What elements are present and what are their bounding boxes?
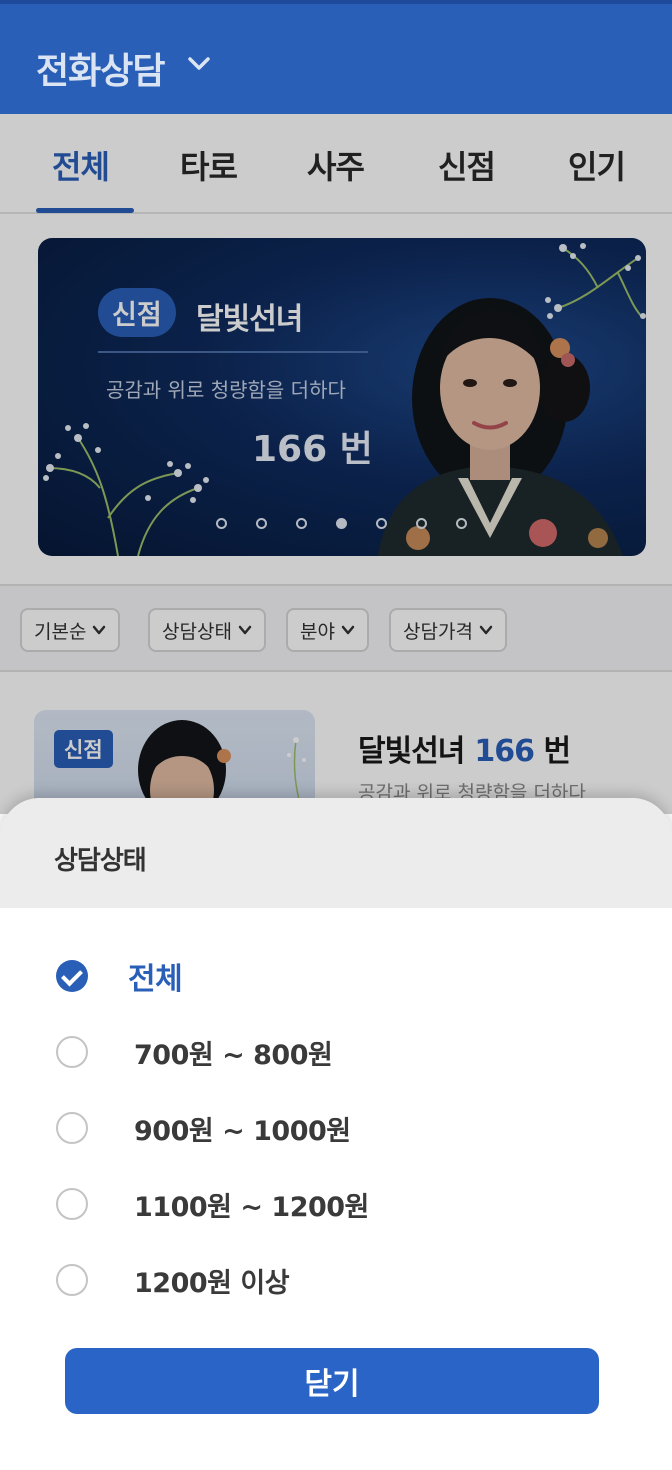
- option-all[interactable]: 전체: [56, 956, 183, 997]
- option-label: 700원 ~ 800원: [134, 1039, 333, 1071]
- top-header: 전화상담: [0, 0, 672, 114]
- header-title[interactable]: 전화상담: [36, 42, 165, 94]
- check-circle-icon[interactable]: [56, 960, 88, 992]
- option-label: 900원 ~ 1000원: [134, 1115, 351, 1147]
- radio-circle-icon[interactable]: [56, 1264, 88, 1296]
- status-bottom-sheet: 상담상태 전체 700원 ~ 800원 900원 ~ 1000원 1100원 ~…: [0, 798, 672, 1470]
- option-1200-plus[interactable]: 1200원 이상: [56, 1260, 290, 1300]
- option-1100-1200[interactable]: 1100원 ~ 1200원: [56, 1184, 369, 1224]
- radio-circle-icon[interactable]: [56, 1036, 88, 1068]
- option-label: 1100원 ~ 1200원: [134, 1191, 369, 1223]
- sheet-title: 상담상태: [54, 846, 147, 876]
- radio-circle-icon[interactable]: [56, 1188, 88, 1220]
- close-button[interactable]: 닫기: [65, 1348, 599, 1414]
- option-900-1000[interactable]: 900원 ~ 1000원: [56, 1108, 351, 1148]
- chevron-down-icon[interactable]: [185, 50, 213, 78]
- option-label: 전체: [128, 962, 183, 997]
- option-label: 1200원 이상: [134, 1267, 290, 1299]
- radio-circle-icon[interactable]: [56, 1112, 88, 1144]
- modal-backdrop[interactable]: [0, 114, 672, 814]
- option-700-800[interactable]: 700원 ~ 800원: [56, 1032, 333, 1072]
- sheet-header: 상담상태: [0, 798, 672, 908]
